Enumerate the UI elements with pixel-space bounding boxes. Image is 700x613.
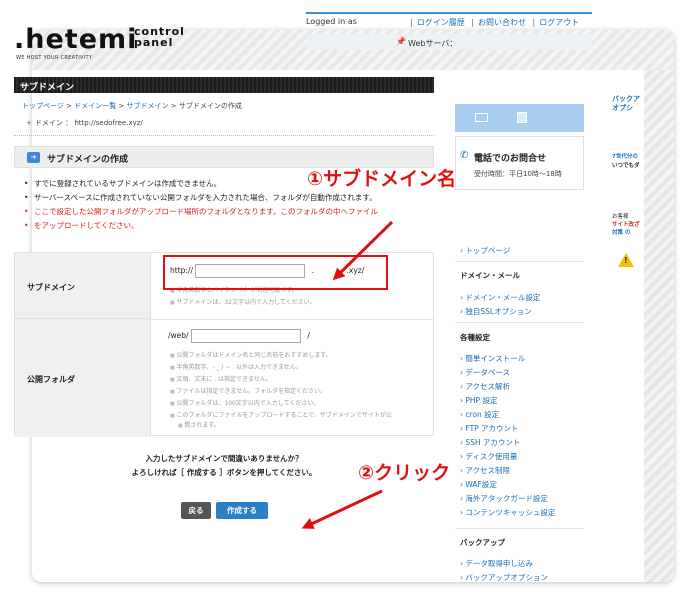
warning-icon: ! bbox=[618, 253, 634, 267]
folder-input[interactable] bbox=[190, 329, 301, 343]
phone-title: 電話でのお問合せ bbox=[474, 154, 547, 164]
user-bar: Logged in as | ログイン履歴 | お問い合わせ | ログアウト bbox=[306, 12, 592, 27]
right-stripe bbox=[644, 70, 674, 582]
sidebar-item-top[interactable]: トップページ bbox=[460, 244, 510, 258]
plus-icon: + bbox=[26, 119, 32, 127]
sidebar-item[interactable]: データベース bbox=[460, 366, 555, 380]
logout-link[interactable]: ログアウト bbox=[539, 18, 579, 27]
section-header: サブドメイン bbox=[14, 77, 434, 93]
folder-hint: 公開フォルダは、100文字以内で入力してください。 bbox=[170, 398, 319, 407]
sidebar-item[interactable]: ドメイン・メール設定 bbox=[460, 291, 540, 305]
folder-hint: ファイルは指定できません。フォルダを指定ください。 bbox=[170, 386, 326, 395]
sidebar-item[interactable]: cron 設定 bbox=[460, 408, 555, 422]
note-item-warning: ここで設定した公開フォルダがアップロード場所のフォルダとなります。このフォルダの… bbox=[24, 205, 444, 219]
logo-tagline: WE HOST YOUR CREATIVITY bbox=[16, 55, 93, 61]
sidebar-item[interactable]: SSH アカウント bbox=[460, 436, 555, 450]
folder-hint: 半角英数字、- _ / ~ . 以外は入力できません。 bbox=[170, 362, 301, 371]
security-ad[interactable]: お客様 サイト改ざ 対策 の bbox=[612, 213, 642, 237]
breadcrumb-subdomain[interactable]: サブドメイン bbox=[127, 102, 169, 110]
sidebar-top-link-list: トップページ bbox=[460, 244, 510, 258]
sidebar-divider bbox=[455, 528, 584, 529]
folder-field-row: /web/ / bbox=[168, 329, 310, 343]
sidebar-item[interactable]: 海外アタックガード設定 bbox=[460, 492, 555, 506]
sidebar-item[interactable]: PHP 設定 bbox=[460, 394, 555, 408]
highlight-box bbox=[163, 255, 388, 290]
sidebar-heading-domain: ドメイン・メール bbox=[460, 271, 520, 280]
logo-control-panel: control panel bbox=[134, 25, 185, 49]
sidebar-item[interactable]: ディスク使用量 bbox=[460, 450, 555, 464]
sidebar-heading-settings: 各種設定 bbox=[460, 333, 490, 342]
subdomain-hint: サブドメインは、32文字以内で入力してください。 bbox=[170, 297, 315, 306]
back-button[interactable]: 戻る bbox=[181, 502, 211, 519]
folder-hint-cont: 開されます。 bbox=[178, 420, 219, 429]
row-divider bbox=[151, 319, 433, 320]
logo-wordmark: .hetemi bbox=[14, 24, 138, 55]
arrow-icon: ➜ bbox=[27, 152, 40, 163]
sidebar-divider bbox=[455, 322, 584, 323]
breadcrumb: トップページ > ドメイン一覧 > サブドメイン > サブドメインの作成 bbox=[22, 102, 242, 110]
pin-icon: 📌 bbox=[396, 37, 406, 46]
phone-support-box: ✆ 電話でのお問合せ 受付時間：平日10時〜18時 bbox=[455, 136, 584, 190]
contact-link[interactable]: お問い合わせ bbox=[478, 18, 526, 27]
phone-icon: ✆ bbox=[460, 150, 469, 161]
logged-in-text: Logged in as bbox=[306, 17, 357, 26]
sidebar-item[interactable]: 簡単インストール bbox=[460, 352, 555, 366]
sidebar-item[interactable]: FTP アカウント bbox=[460, 422, 555, 436]
divider bbox=[14, 135, 434, 136]
sidebar-list-backup: データ取得申し込み バックアップオプション bbox=[460, 557, 548, 585]
folder-hint: このフォルダにファイルをアップロードすることで、サブドメインでサイトが公 bbox=[170, 410, 392, 419]
server-bar: 📌 Webサーバ： bbox=[306, 34, 592, 50]
sidebar-item[interactable]: コンテンツキャッシュ設定 bbox=[460, 506, 555, 520]
sidebar-item[interactable]: 独自SSLオプション bbox=[460, 305, 540, 319]
breadcrumb-domains[interactable]: ドメイン一覧 bbox=[74, 102, 116, 110]
sidebar-item[interactable]: WAF設定 bbox=[460, 478, 555, 492]
server-label: Webサーバ： bbox=[408, 39, 458, 48]
breadcrumb-current: サブドメインの作成 bbox=[178, 102, 242, 110]
header-links: | ログイン履歴 | お問い合わせ | ログアウト bbox=[410, 18, 580, 27]
sidebar-heading-backup: バックアップ bbox=[460, 538, 505, 547]
annotation-step2: ②クリック bbox=[358, 462, 451, 484]
subdomain-label: サブドメイン bbox=[15, 253, 151, 319]
sidebar-divider bbox=[455, 261, 584, 262]
backup-ad[interactable]: バックア オプシ 7世代分の いつでもダ bbox=[612, 95, 642, 171]
domain-info: + ドメイン ： http://sedofree.xyz/ bbox=[26, 119, 143, 127]
sidebar-list-domain: ドメイン・メール設定 独自SSLオプション bbox=[460, 291, 540, 319]
sidebar-list-settings: 簡単インストール データベース アクセス解析 PHP 設定 cron 設定 FT… bbox=[460, 352, 555, 520]
sidebar-item[interactable]: バックアップオプション bbox=[460, 571, 548, 585]
note-item: サーバースペースに作成されていない公開フォルダを入力された場合、フォルダが自動作… bbox=[24, 191, 444, 205]
create-button[interactable]: 作成する bbox=[216, 502, 268, 519]
login-history-link[interactable]: ログイン履歴 bbox=[417, 18, 465, 27]
note-item-warning-cont: をアップロードしてください。 bbox=[24, 219, 444, 233]
folder-hint: 公開フォルダはドメイン名と同じ名前をおすすめします。 bbox=[170, 350, 331, 359]
document-icon[interactable] bbox=[517, 112, 527, 123]
hetemi-logo[interactable]: .hetemi control panel WE HOST YOUR CREATI… bbox=[14, 22, 200, 62]
sidebar-item[interactable]: データ取得申し込み bbox=[460, 557, 548, 571]
phone-hours: 受付時間：平日10時〜18時 bbox=[474, 170, 562, 178]
folder-label: 公開フォルダ bbox=[15, 319, 151, 437]
breadcrumb-top[interactable]: トップページ bbox=[22, 102, 64, 110]
sidebar-item[interactable]: アクセス制限 bbox=[460, 464, 555, 478]
sidebar-top-bar bbox=[455, 104, 584, 132]
sidebar-item[interactable]: アクセス解析 bbox=[460, 380, 555, 394]
folder-hint: 文頭、文末に . は指定できません。 bbox=[170, 374, 272, 383]
mail-icon[interactable] bbox=[475, 113, 488, 122]
